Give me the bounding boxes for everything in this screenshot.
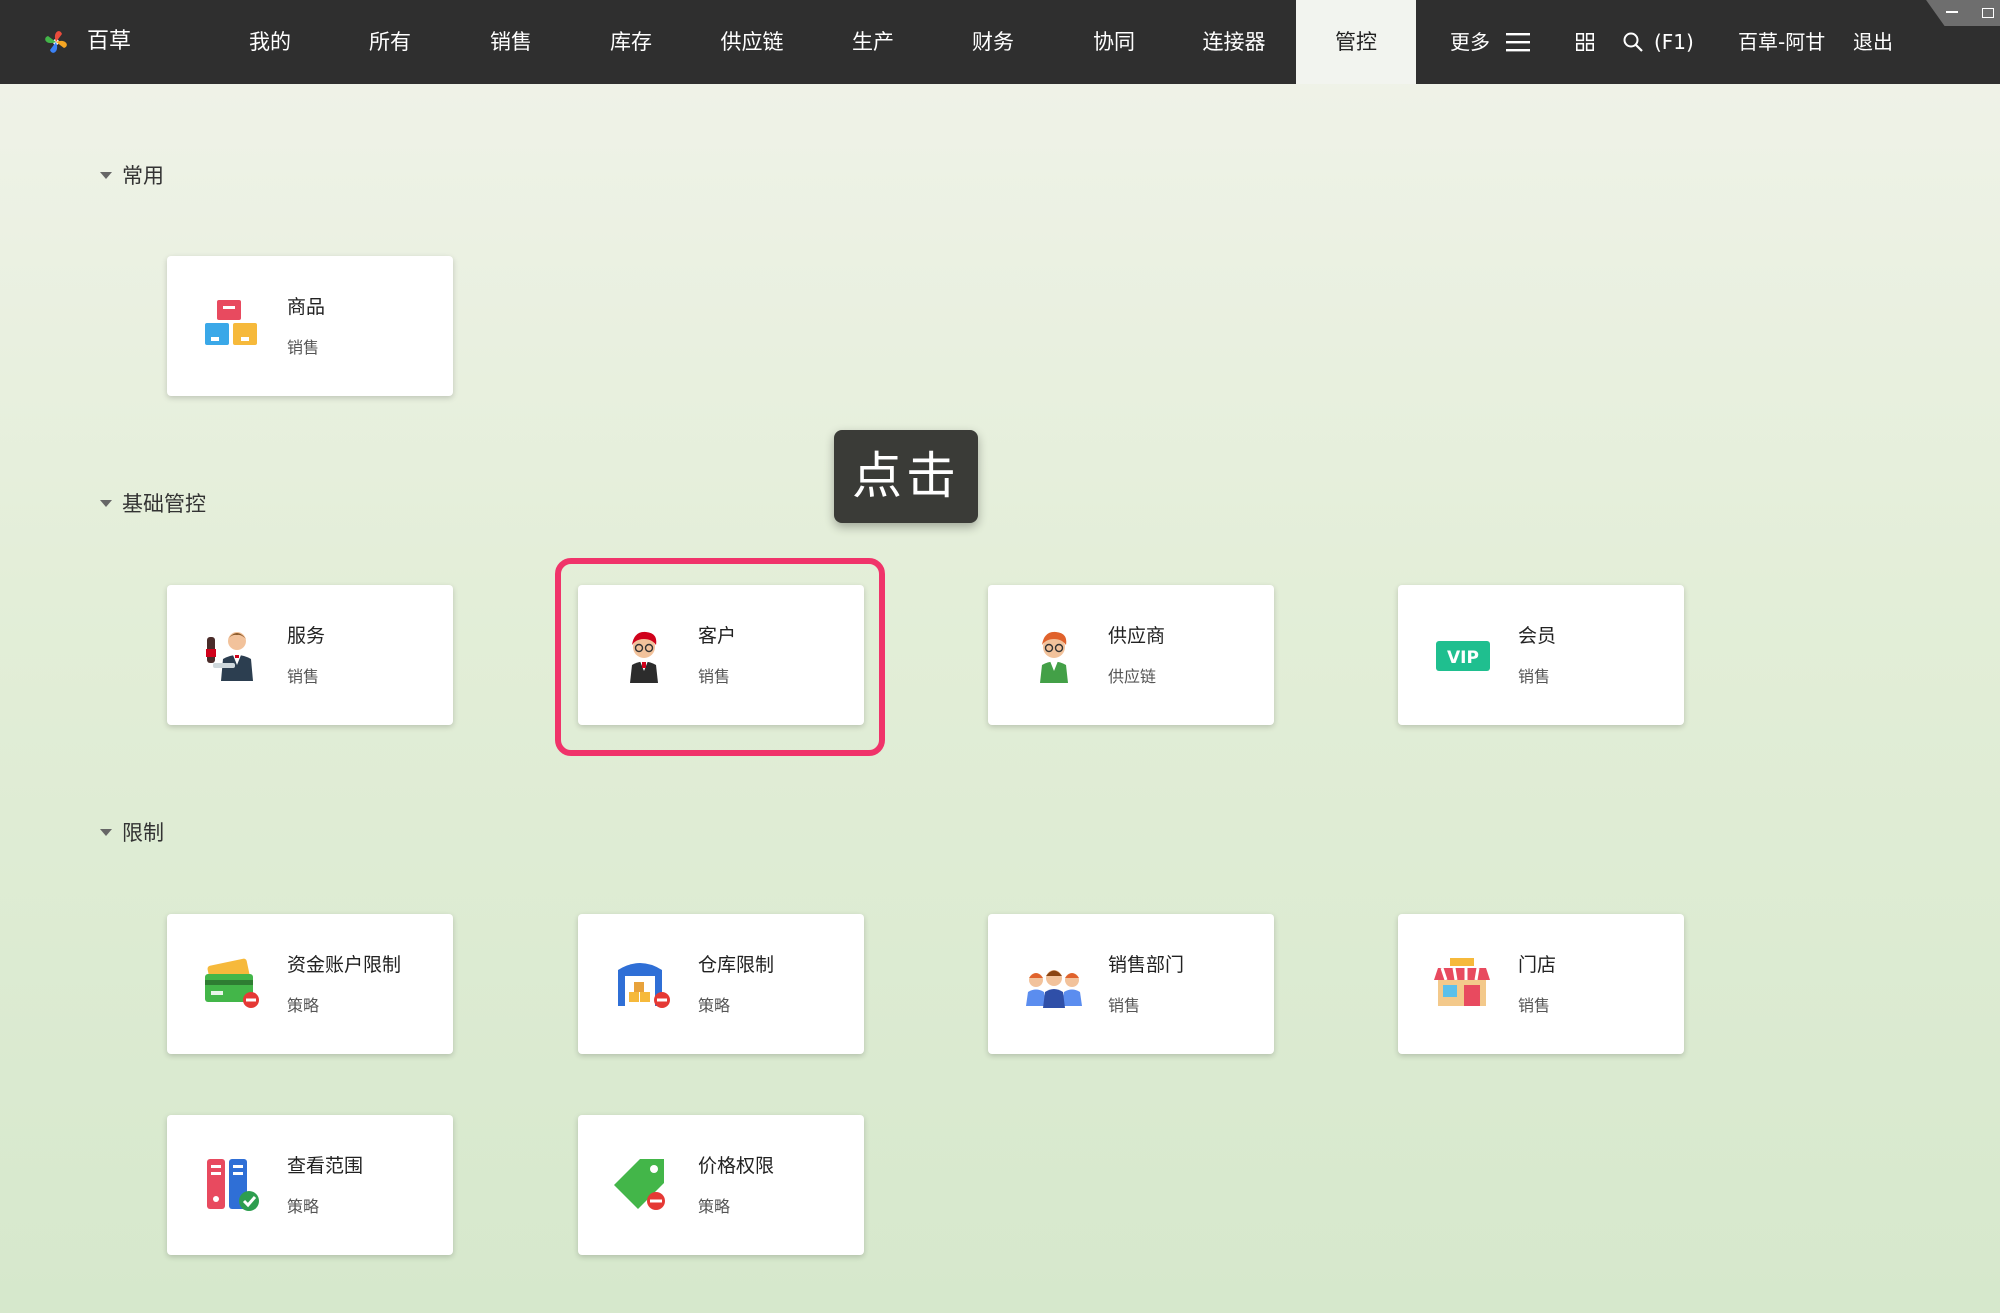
card-warehouse-limit[interactable]: 仓库限制 策略 xyxy=(578,914,864,1054)
nav-my[interactable]: 我的 xyxy=(210,0,330,84)
nav-inventory[interactable]: 库存 xyxy=(571,0,691,84)
baicao-logo-icon xyxy=(45,31,67,53)
caret-down-icon xyxy=(100,171,112,179)
user-name[interactable]: 百草-阿甘 xyxy=(1738,0,1825,84)
card-subtitle: 销售 xyxy=(1108,996,1141,1015)
caret-down-icon xyxy=(100,828,112,836)
section-title: 基础管控 xyxy=(122,492,206,516)
card-subtitle: 销售 xyxy=(1518,667,1551,686)
nav-supply-chain[interactable]: 供应链 xyxy=(692,0,812,84)
click-highlight-box xyxy=(555,558,885,756)
nav-all[interactable]: 所有 xyxy=(330,0,450,84)
section-basic-header[interactable]: 基础管控 xyxy=(100,489,206,519)
fund-account-icon xyxy=(205,958,259,1008)
hamburger-menu-icon[interactable] xyxy=(1506,32,1530,52)
card-title: 商品 xyxy=(287,296,326,318)
app-grid-icon[interactable] xyxy=(1576,33,1594,51)
store-icon xyxy=(1434,958,1490,1006)
search-icon[interactable] xyxy=(1623,32,1643,52)
card-subtitle: 销售 xyxy=(287,338,320,357)
card-subtitle: 策略 xyxy=(698,1197,731,1216)
card-member[interactable]: VIP 会员 销售 xyxy=(1398,585,1684,725)
section-title: 限制 xyxy=(122,821,164,845)
card-title: 仓库限制 xyxy=(698,954,775,976)
warehouse-icon xyxy=(618,963,670,1008)
brand-name: 百草 xyxy=(87,29,132,54)
card-subtitle: 策略 xyxy=(698,996,731,1015)
card-sales-department[interactable]: 销售部门 销售 xyxy=(988,914,1274,1054)
section-title: 常用 xyxy=(122,164,164,188)
nav-finance[interactable]: 财务 xyxy=(933,0,1053,84)
maximize-icon[interactable] xyxy=(1982,8,1994,18)
section-restrict-header[interactable]: 限制 xyxy=(100,818,164,848)
card-title: 资金账户限制 xyxy=(287,954,402,976)
nav-sales[interactable]: 销售 xyxy=(451,0,571,84)
card-title: 门店 xyxy=(1518,954,1557,976)
card-subtitle: 销售 xyxy=(287,667,320,686)
nav-control[interactable]: 管控 xyxy=(1296,0,1416,84)
card-products[interactable]: 商品 销售 xyxy=(167,256,453,396)
card-subtitle: 策略 xyxy=(287,1197,320,1216)
card-title: 服务 xyxy=(287,625,326,647)
logout-link[interactable]: 退出 xyxy=(1853,0,1893,84)
card-view-scope[interactable]: 查看范围 策略 xyxy=(167,1115,453,1255)
click-hint-tooltip: 点击 xyxy=(834,430,978,523)
more-menu-label[interactable]: 更多 xyxy=(1450,0,1490,84)
supplier-icon xyxy=(1040,631,1068,683)
nav-production[interactable]: 生产 xyxy=(813,0,933,84)
card-fund-account-limit[interactable]: 资金账户限制 策略 xyxy=(167,914,453,1054)
search-shortcut-label[interactable]: (F1) xyxy=(1654,0,1694,84)
nav-connector[interactable]: 连接器 xyxy=(1174,0,1294,84)
card-title: 价格权限 xyxy=(698,1155,775,1177)
card-title: 供应商 xyxy=(1108,625,1166,647)
section-common-header[interactable]: 常用 xyxy=(100,161,164,191)
top-nav-bar: 百草 我的 所有 销售 库存 供应链 生产 财务 协同 连接器 管控 更多 (F… xyxy=(0,0,2000,84)
card-price-permission[interactable]: 价格权限 策略 xyxy=(578,1115,864,1255)
card-service[interactable]: 服务 销售 xyxy=(167,585,453,725)
vip-icon: VIP xyxy=(1436,641,1490,671)
minimize-icon[interactable] xyxy=(1946,11,1958,13)
card-subtitle: 策略 xyxy=(287,996,320,1015)
card-subtitle: 销售 xyxy=(1518,996,1551,1015)
card-supplier[interactable]: 供应商 供应链 xyxy=(988,585,1274,725)
price-tag-icon xyxy=(614,1159,665,1210)
view-scope-icon xyxy=(207,1159,259,1211)
nav-collaboration[interactable]: 协同 xyxy=(1054,0,1174,84)
card-title: 查看范围 xyxy=(287,1155,364,1177)
vip-badge-text: VIP xyxy=(1447,648,1479,668)
caret-down-icon xyxy=(100,499,112,507)
card-title: 销售部门 xyxy=(1108,954,1185,976)
products-icon xyxy=(205,300,257,345)
card-title: 会员 xyxy=(1518,625,1557,647)
sales-team-icon xyxy=(1026,970,1082,1008)
card-subtitle: 供应链 xyxy=(1108,667,1157,686)
service-icon xyxy=(206,632,253,681)
card-store[interactable]: 门店 销售 xyxy=(1398,914,1684,1054)
